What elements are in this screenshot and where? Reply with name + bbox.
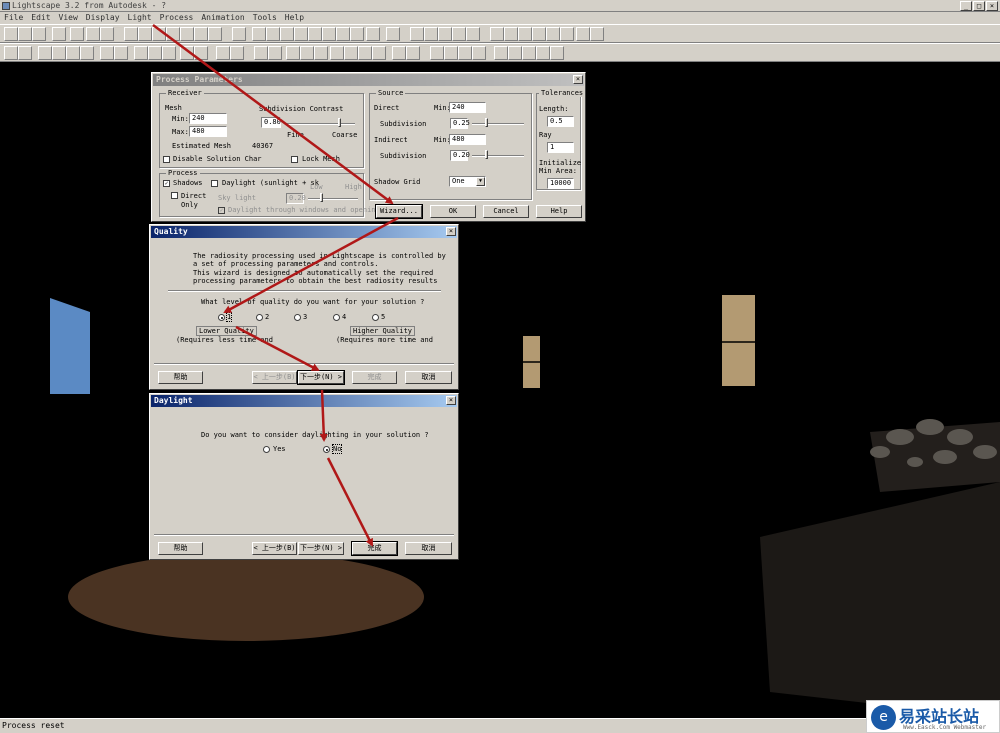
arrow-to-no [319, 389, 328, 442]
annotation-arrows [152, 23, 399, 547]
watermark-url: Www.Easck.Com Webmaster [903, 724, 987, 731]
arrow-to-wizard [152, 23, 394, 205]
arrow-to-next [235, 325, 320, 372]
arrow-to-finish [326, 457, 374, 547]
arrow-to-quality-1 [223, 216, 399, 314]
site-watermark: e 易采站长站 Www.Easck.Com Webmaster [866, 700, 1000, 733]
site-logo-icon: e [871, 705, 896, 730]
